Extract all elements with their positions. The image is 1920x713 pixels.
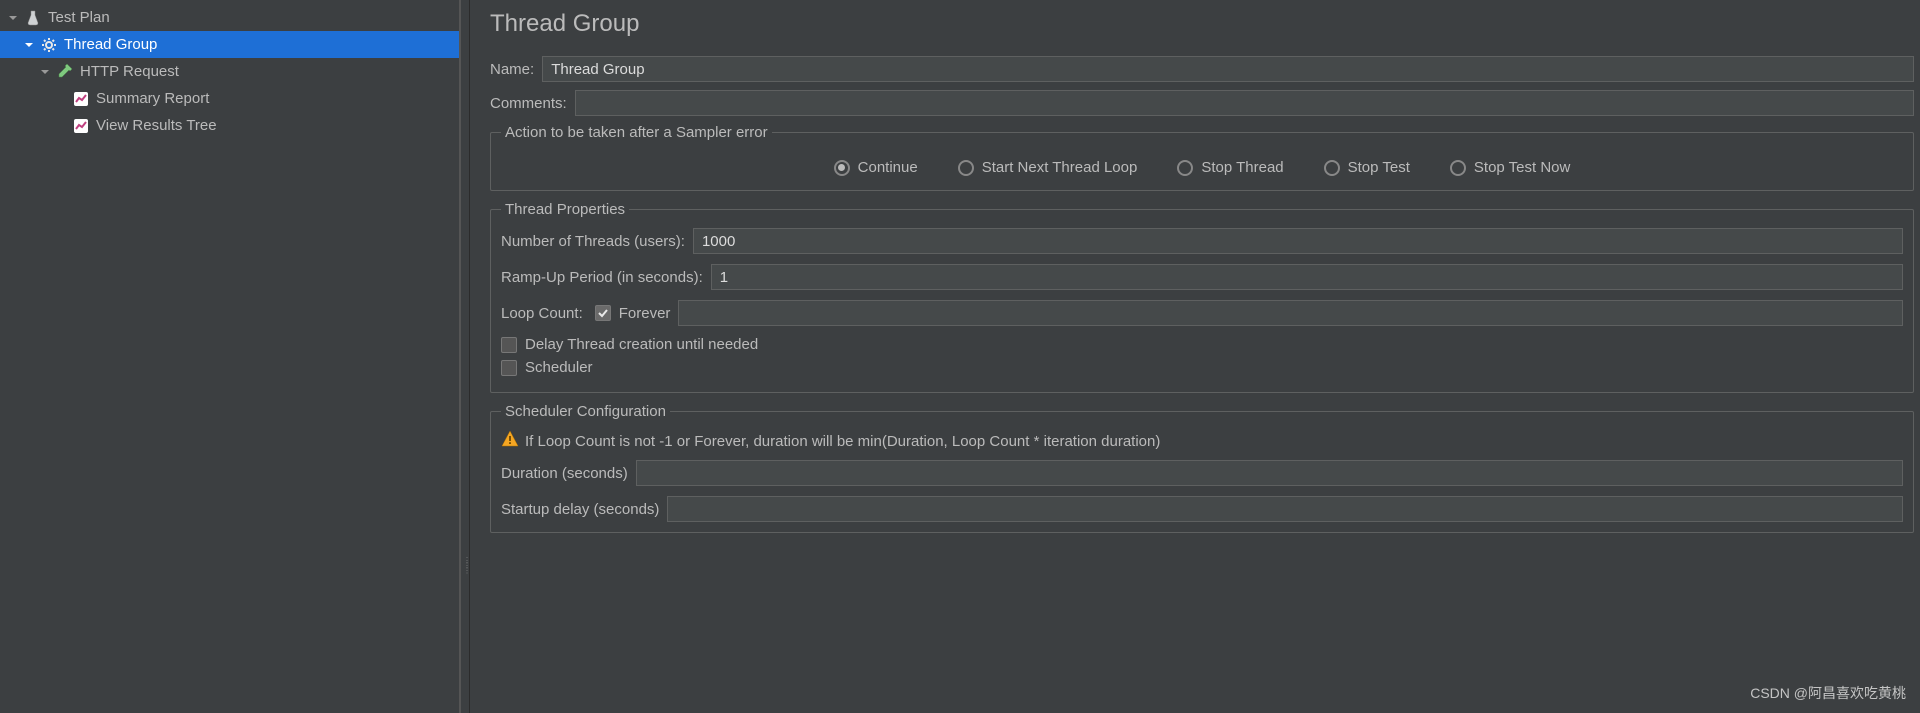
radio-label: Stop Test	[1348, 159, 1410, 176]
thread-properties-group: Thread Properties Number of Threads (use…	[490, 201, 1914, 393]
duration-input[interactable]	[636, 460, 1903, 486]
tree-label: Thread Group	[64, 36, 157, 53]
beaker-icon	[22, 10, 44, 26]
loop-count-label: Loop Count:	[501, 305, 583, 322]
radio-continue[interactable]: Continue	[834, 159, 918, 176]
pipette-icon	[54, 64, 76, 80]
tree-item-thread-group[interactable]: Thread Group	[0, 31, 459, 58]
tree-label: HTTP Request	[80, 63, 179, 80]
scheduler-config-legend: Scheduler Configuration	[501, 403, 670, 420]
ramp-up-label: Ramp-Up Period (in seconds):	[501, 269, 703, 286]
radio-icon	[1450, 160, 1466, 176]
radio-label: Stop Test Now	[1474, 159, 1570, 176]
chart-icon	[70, 91, 92, 107]
radio-label: Start Next Thread Loop	[982, 159, 1138, 176]
warning-icon	[501, 430, 519, 452]
radio-stop-test[interactable]: Stop Test	[1324, 159, 1410, 176]
radio-icon	[1177, 160, 1193, 176]
delay-thread-label: Delay Thread creation until needed	[525, 336, 758, 353]
thread-properties-legend: Thread Properties	[501, 201, 629, 218]
tree-label: Test Plan	[48, 9, 110, 26]
tree-item-view-results-tree[interactable]: View Results Tree	[0, 112, 459, 139]
chevron-down-icon[interactable]	[22, 40, 36, 50]
chart-icon	[70, 118, 92, 134]
scheduler-label: Scheduler	[525, 359, 593, 376]
scheduler-checkbox[interactable]: Scheduler	[501, 359, 1903, 376]
tree-item-summary-report[interactable]: Summary Report	[0, 85, 459, 112]
sampler-error-group: Action to be taken after a Sampler error…	[490, 124, 1914, 191]
content-panel: Thread Group Name: Comments: Action to b…	[470, 0, 1920, 713]
name-input[interactable]	[542, 56, 1914, 82]
radio-icon	[834, 160, 850, 176]
tree-item-http-request[interactable]: HTTP Request	[0, 58, 459, 85]
radio-label: Continue	[858, 159, 918, 176]
startup-delay-label: Startup delay (seconds)	[501, 501, 659, 518]
splitter-grip-icon: ⋮⋮⋮	[463, 558, 471, 573]
checkbox-icon	[595, 305, 611, 321]
num-threads-label: Number of Threads (users):	[501, 233, 685, 250]
radio-label: Stop Thread	[1201, 159, 1283, 176]
checkbox-icon	[501, 360, 517, 376]
name-label: Name:	[490, 61, 534, 78]
sampler-error-legend: Action to be taken after a Sampler error	[501, 124, 772, 141]
tree-item-test-plan[interactable]: Test Plan	[0, 4, 459, 31]
loop-count-input[interactable]	[678, 300, 1903, 326]
forever-checkbox[interactable]: Forever	[595, 305, 671, 322]
num-threads-input[interactable]	[693, 228, 1903, 254]
radio-start-next-loop[interactable]: Start Next Thread Loop	[958, 159, 1138, 176]
tree-panel: Test Plan Thread Group HTTP Request Summ…	[0, 0, 460, 713]
startup-delay-input[interactable]	[667, 496, 1903, 522]
tree-label: Summary Report	[96, 90, 209, 107]
comments-label: Comments:	[490, 95, 567, 112]
chevron-down-icon[interactable]	[38, 67, 52, 77]
chevron-down-icon[interactable]	[6, 13, 20, 23]
page-title: Thread Group	[490, 10, 1914, 38]
duration-label: Duration (seconds)	[501, 465, 628, 482]
radio-stop-thread[interactable]: Stop Thread	[1177, 159, 1283, 176]
radio-icon	[1324, 160, 1340, 176]
delay-thread-checkbox[interactable]: Delay Thread creation until needed	[501, 336, 1903, 353]
scheduler-config-group: Scheduler Configuration If Loop Count is…	[490, 403, 1914, 533]
ramp-up-input[interactable]	[711, 264, 1903, 290]
scheduler-warning-text: If Loop Count is not -1 or Forever, dura…	[525, 433, 1160, 450]
gear-icon	[38, 37, 60, 53]
forever-label: Forever	[619, 305, 671, 322]
radio-icon	[958, 160, 974, 176]
splitter-handle[interactable]: ⋮⋮⋮	[460, 0, 470, 713]
radio-stop-test-now[interactable]: Stop Test Now	[1450, 159, 1570, 176]
checkbox-icon	[501, 337, 517, 353]
comments-input[interactable]	[575, 90, 1914, 116]
tree-label: View Results Tree	[96, 117, 217, 134]
